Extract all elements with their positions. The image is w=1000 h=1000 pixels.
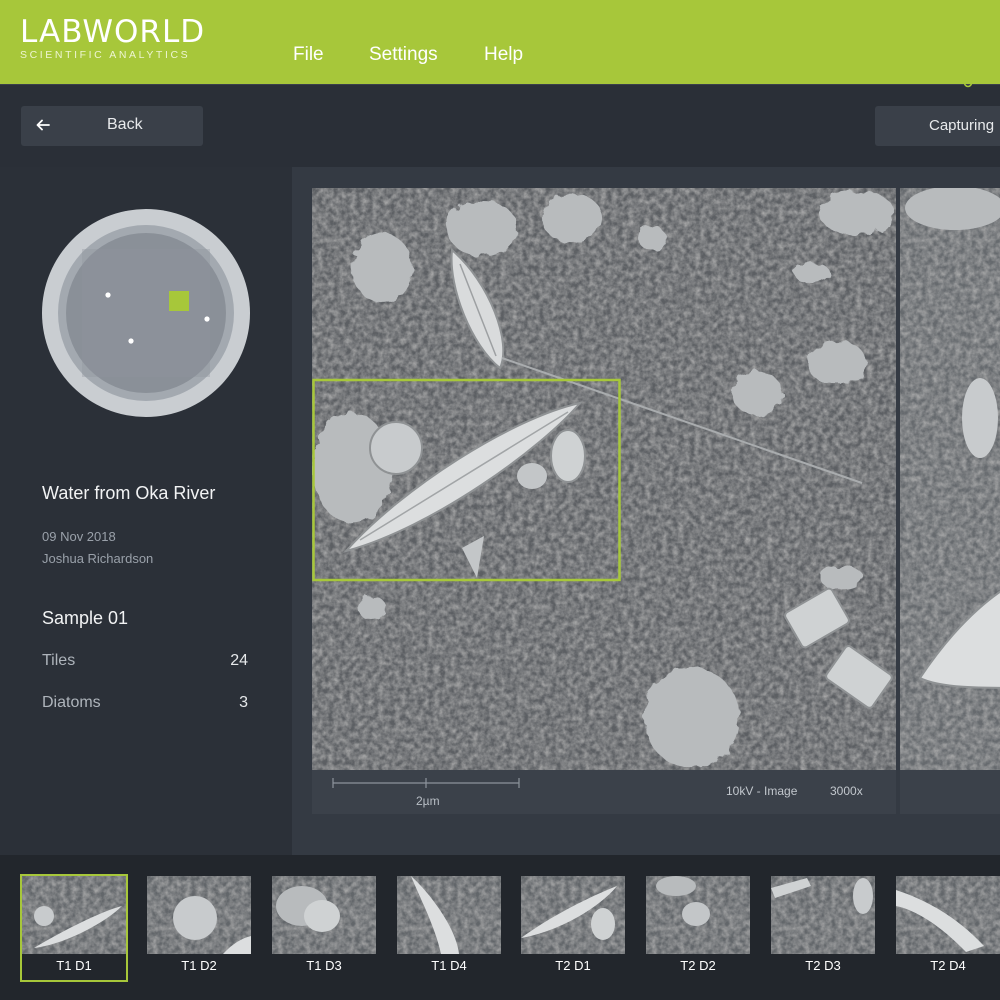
- sample-date: 09 Nov 2018: [42, 529, 116, 544]
- thumbnail-image: [22, 876, 126, 954]
- thumbnail-item[interactable]: T1 D3: [272, 876, 376, 980]
- thumbnail-item[interactable]: T2 D4: [896, 876, 1000, 980]
- thumbnail-item[interactable]: T2 D3: [771, 876, 875, 980]
- back-button[interactable]: Back: [21, 106, 203, 146]
- diatom-marker: [128, 338, 134, 344]
- thumbnail-label: T2 D1: [555, 958, 591, 973]
- thumbnail-strip: T1 D1 T1 D2 T1 D3 T1 D4 T2 D1 T2 D2 T2 D…: [0, 855, 1000, 1000]
- thumbnail-image: [397, 876, 501, 954]
- thumbnail-item[interactable]: T1 D4: [397, 876, 501, 980]
- scale-label: 2µm: [416, 794, 440, 808]
- current-tile-marker: [169, 291, 189, 311]
- app-header: LABWORLD SCIENTIFIC ANALYTICS File Setti…: [0, 0, 1000, 84]
- thumbnail-label: T1 D4: [431, 958, 467, 973]
- sample-name: Sample 01: [42, 608, 129, 628]
- thumbnail-image: [646, 876, 750, 954]
- microscope-image[interactable]: [312, 188, 896, 770]
- next-tile-preview[interactable]: [900, 188, 1000, 770]
- thumbnail-label: T1 D3: [306, 958, 342, 973]
- thumbnail-item[interactable]: T1 D1: [20, 874, 128, 982]
- thumbnail-item[interactable]: T2 D2: [646, 876, 750, 980]
- sample-title: Water from Oka River: [42, 483, 216, 503]
- menu-settings[interactable]: Settings: [369, 44, 438, 66]
- sample-sidebar: Water from Oka River 09 Nov 2018 Joshua …: [0, 167, 290, 855]
- thumbnail-label: T2 D4: [930, 958, 966, 973]
- stat-diatoms-label: Diatoms: [42, 694, 101, 711]
- thumbnail-item[interactable]: T1 D2: [147, 876, 251, 980]
- app-logo: LABWORLD SCIENTIFIC ANALYTICS: [20, 16, 205, 61]
- stat-tiles-value: 24: [230, 652, 248, 669]
- scale-bar: [332, 778, 520, 788]
- preview-info-bar: [900, 770, 1000, 814]
- diatom-marker: [204, 316, 210, 322]
- logo-title: LABWORLD: [20, 14, 206, 50]
- thumbnail-label: T2 D3: [805, 958, 841, 973]
- capturing-button[interactable]: Capturing: [875, 106, 1000, 146]
- thumbnail-label: T2 D2: [680, 958, 716, 973]
- thumbnail-image: [147, 876, 251, 954]
- magnification-label: 3000x: [830, 784, 863, 798]
- image-info-bar: 2µm 10kV - Image 3000x: [312, 770, 896, 814]
- stat-diatoms-value: 3: [239, 694, 248, 711]
- stat-tiles-label: Tiles: [42, 652, 76, 669]
- toolbar: Back Capturing: [0, 84, 1000, 167]
- thumbnail-label: T1 D2: [181, 958, 217, 973]
- capture-progress-indicator: [963, 78, 1000, 88]
- logo-subtitle: SCIENTIFIC ANALYTICS: [20, 49, 191, 61]
- thumbnail-image: [896, 876, 1000, 954]
- back-button-label: Back: [107, 116, 143, 133]
- sample-author: Joshua Richardson: [42, 551, 154, 566]
- thumbnail-image: [272, 876, 376, 954]
- imaging-mode-label: 10kV - Image: [726, 784, 798, 798]
- sample-map[interactable]: [42, 209, 250, 417]
- menu-help[interactable]: Help: [484, 44, 523, 66]
- thumbnail-item[interactable]: T2 D1: [521, 876, 625, 980]
- thumbnail-image: [521, 876, 625, 954]
- diatom-marker: [105, 292, 111, 298]
- thumbnail-image: [771, 876, 875, 954]
- menu-file[interactable]: File: [293, 44, 324, 66]
- thumbnail-label: T1 D1: [56, 958, 92, 973]
- arrow-left-icon: [36, 119, 50, 131]
- capturing-button-label: Capturing: [929, 117, 995, 134]
- image-viewer: 2µm 10kV - Image 3000x: [292, 167, 1000, 855]
